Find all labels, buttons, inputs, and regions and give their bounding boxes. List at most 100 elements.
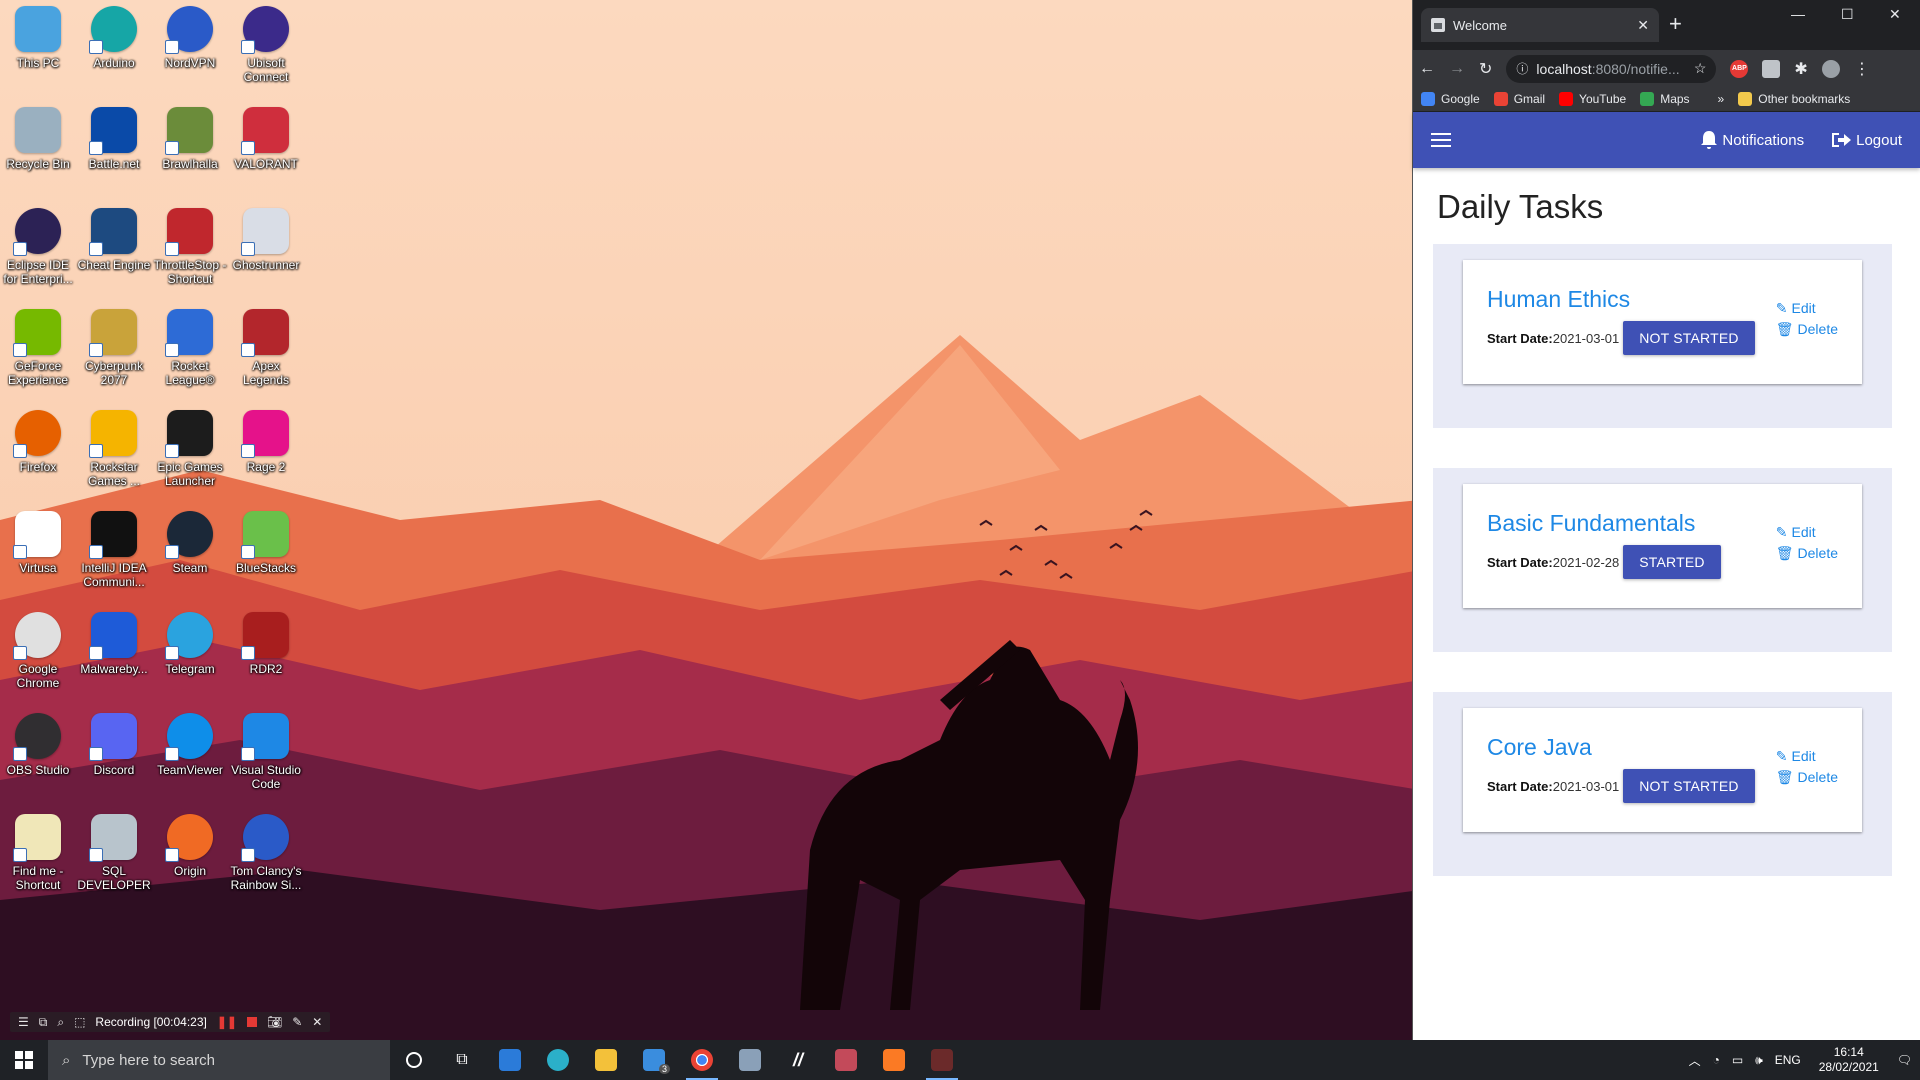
taskbar-store[interactable] <box>486 1040 534 1080</box>
taskbar-edge[interactable] <box>534 1040 582 1080</box>
back-icon[interactable]: ← <box>1419 60 1435 78</box>
minimize-button[interactable]: — <box>1791 6 1805 22</box>
edit-button[interactable]: ✎ Edit <box>1776 298 1838 319</box>
camera-icon[interactable]: 📷︎ <box>267 1015 282 1029</box>
taskbar-app-3[interactable] <box>822 1040 870 1080</box>
close-icon[interactable]: ✕ <box>312 1015 322 1029</box>
more-menu-icon[interactable]: ⋮ <box>1854 59 1870 79</box>
desktop-icon[interactable]: Rocket League® <box>152 303 228 387</box>
menu-icon[interactable]: ☰ <box>18 1015 29 1029</box>
edit-button[interactable]: ✎ Edit <box>1776 522 1838 543</box>
forward-icon[interactable]: → <box>1449 60 1465 78</box>
cortana-button[interactable] <box>390 1040 438 1080</box>
desktop-icon[interactable]: Firefox <box>0 404 76 474</box>
bookmark-maps[interactable]: Maps <box>1640 92 1690 106</box>
pen-icon[interactable]: ✎ <box>292 1015 302 1029</box>
bookmark-google[interactable]: Google <box>1421 92 1480 106</box>
other-bookmarks[interactable]: Other bookmarks <box>1738 92 1850 106</box>
taskbar-app-4[interactable] <box>918 1040 966 1080</box>
taskbar-app-2[interactable]: // <box>774 1040 822 1080</box>
notification-center-icon[interactable]: 🗨︎ <box>1897 1053 1912 1067</box>
task-view-button[interactable]: ⧉ <box>438 1040 486 1080</box>
adblock-plus-icon[interactable]: ABP <box>1730 59 1749 78</box>
desktop-icon[interactable]: GeForce Experience <box>0 303 76 387</box>
taskbar-mail[interactable]: 3 <box>630 1040 678 1080</box>
browser-tab[interactable]: Welcome ✕ <box>1421 8 1659 42</box>
desktop-icon[interactable]: RDR2 <box>228 606 304 676</box>
search-icon[interactable]: ⌕ <box>57 1015 64 1030</box>
close-tab-icon[interactable]: ✕ <box>1637 17 1649 34</box>
desktop-icon[interactable]: Find me - Shortcut <box>0 808 76 892</box>
taskbar-chrome[interactable] <box>678 1040 726 1080</box>
extension-icon[interactable] <box>1762 59 1781 78</box>
desktop-icon[interactable]: Brawlhalla <box>152 101 228 171</box>
more-bookmarks-button[interactable]: » <box>1718 92 1725 106</box>
stop-icon[interactable] <box>246 1017 257 1027</box>
desktop-icon[interactable]: ThrottleStop - Shortcut <box>152 202 228 286</box>
taskbar-app-1[interactable] <box>726 1040 774 1080</box>
pause-icon[interactable]: ❚❚ <box>217 1015 237 1029</box>
task-status-button[interactable]: NOT STARTED <box>1623 769 1755 803</box>
desktop-icon[interactable]: Eclipse IDE for Enterpri... <box>0 202 76 286</box>
site-info-icon[interactable]: ⓘ <box>1516 60 1528 77</box>
network-icon[interactable]: ◔ <box>1713 1053 1720 1067</box>
clock[interactable]: 16:14 28/02/2021 <box>1813 1045 1885 1075</box>
notifications-button[interactable]: Notifications <box>1700 130 1804 150</box>
desktop-icon[interactable]: Cyberpunk 2077 <box>76 303 152 387</box>
reload-icon[interactable]: ↻ <box>1479 59 1492 79</box>
language-indicator[interactable]: ENG <box>1775 1053 1801 1067</box>
delete-button[interactable]: 🗑︎ Delete <box>1776 767 1838 788</box>
address-bar[interactable]: ⓘ localhost:8080/notifie... ☆ <box>1506 54 1717 83</box>
desktop-icon[interactable]: Telegram <box>152 606 228 676</box>
taskbar-search-box[interactable]: ⌕ Type here to search <box>48 1040 390 1080</box>
bookmark-gmail[interactable]: Gmail <box>1493 92 1545 106</box>
delete-button[interactable]: 🗑︎ Delete <box>1776 319 1838 340</box>
desktop-icon[interactable]: Recycle Bin <box>0 101 76 171</box>
desktop-icon[interactable]: Malwareby... <box>76 606 152 676</box>
desktop-icon[interactable]: Rage 2 <box>228 404 304 474</box>
desktop-icon[interactable]: Origin <box>152 808 228 878</box>
edit-button[interactable]: ✎ Edit <box>1776 746 1838 767</box>
task-status-button[interactable]: STARTED <box>1623 545 1721 579</box>
desktop-icon[interactable]: Steam <box>152 505 228 575</box>
profile-avatar[interactable] <box>1821 59 1840 78</box>
close-window-button[interactable]: ✕ <box>1889 6 1901 23</box>
delete-button[interactable]: 🗑︎ Delete <box>1776 543 1838 564</box>
desktop-icon[interactable]: NordVPN <box>152 0 228 70</box>
desktop-icon[interactable]: IntelliJ IDEA Communi... <box>76 505 152 589</box>
chevron-up-icon[interactable]: ︿ <box>1689 1052 1701 1069</box>
desktop-icon[interactable]: Ubisoft Connect <box>228 0 304 84</box>
bookmark-star-icon[interactable]: ☆ <box>1694 60 1707 77</box>
desktop-icon[interactable]: Arduino <box>76 0 152 70</box>
logout-button[interactable]: Logout <box>1830 131 1902 149</box>
desktop-icon[interactable]: SQL DEVELOPER <box>76 808 152 892</box>
desktop-icon[interactable]: Ghostrunner <box>228 202 304 272</box>
desktop-icon[interactable]: TeamViewer <box>152 707 228 777</box>
desktop-icon[interactable]: Tom Clancy's Rainbow Si... <box>228 808 304 892</box>
desktop-icon[interactable]: Virtusa <box>0 505 76 575</box>
taskbar-xampp[interactable] <box>870 1040 918 1080</box>
taskbar-file-explorer[interactable] <box>582 1040 630 1080</box>
desktop-icon[interactable]: This PC <box>0 0 76 70</box>
region-icon[interactable]: ⬚ <box>74 1015 85 1029</box>
desktop-icon[interactable]: BlueStacks <box>228 505 304 575</box>
desktop-icon[interactable]: Discord <box>76 707 152 777</box>
desktop-icon[interactable]: Cheat Engine <box>76 202 152 272</box>
desktop-icon[interactable]: Google Chrome <box>0 606 76 690</box>
desktop-icon[interactable]: Battle.net <box>76 101 152 171</box>
desktop-icon[interactable]: Epic Games Launcher <box>152 404 228 488</box>
windows-icon[interactable]: ⧉ <box>39 1015 48 1030</box>
puzzle-icon[interactable]: ✱ <box>1794 59 1807 79</box>
desktop-icon[interactable]: VALORANT <box>228 101 304 171</box>
desktop-icon[interactable]: OBS Studio <box>0 707 76 777</box>
task-status-button[interactable]: NOT STARTED <box>1623 321 1755 355</box>
start-button[interactable] <box>0 1040 48 1080</box>
bookmark-youtube[interactable]: YouTube <box>1559 92 1626 106</box>
volume-icon[interactable]: 🕪︎ <box>1755 1053 1763 1068</box>
desktop-icon[interactable]: Rockstar Games ... <box>76 404 152 488</box>
desktop-icon[interactable]: Apex Legends <box>228 303 304 387</box>
battery-icon[interactable]: ▭ <box>1732 1053 1743 1067</box>
maximize-button[interactable]: ☐ <box>1841 6 1854 23</box>
new-tab-button[interactable]: + <box>1669 12 1682 36</box>
hamburger-menu-icon[interactable] <box>1431 133 1451 147</box>
